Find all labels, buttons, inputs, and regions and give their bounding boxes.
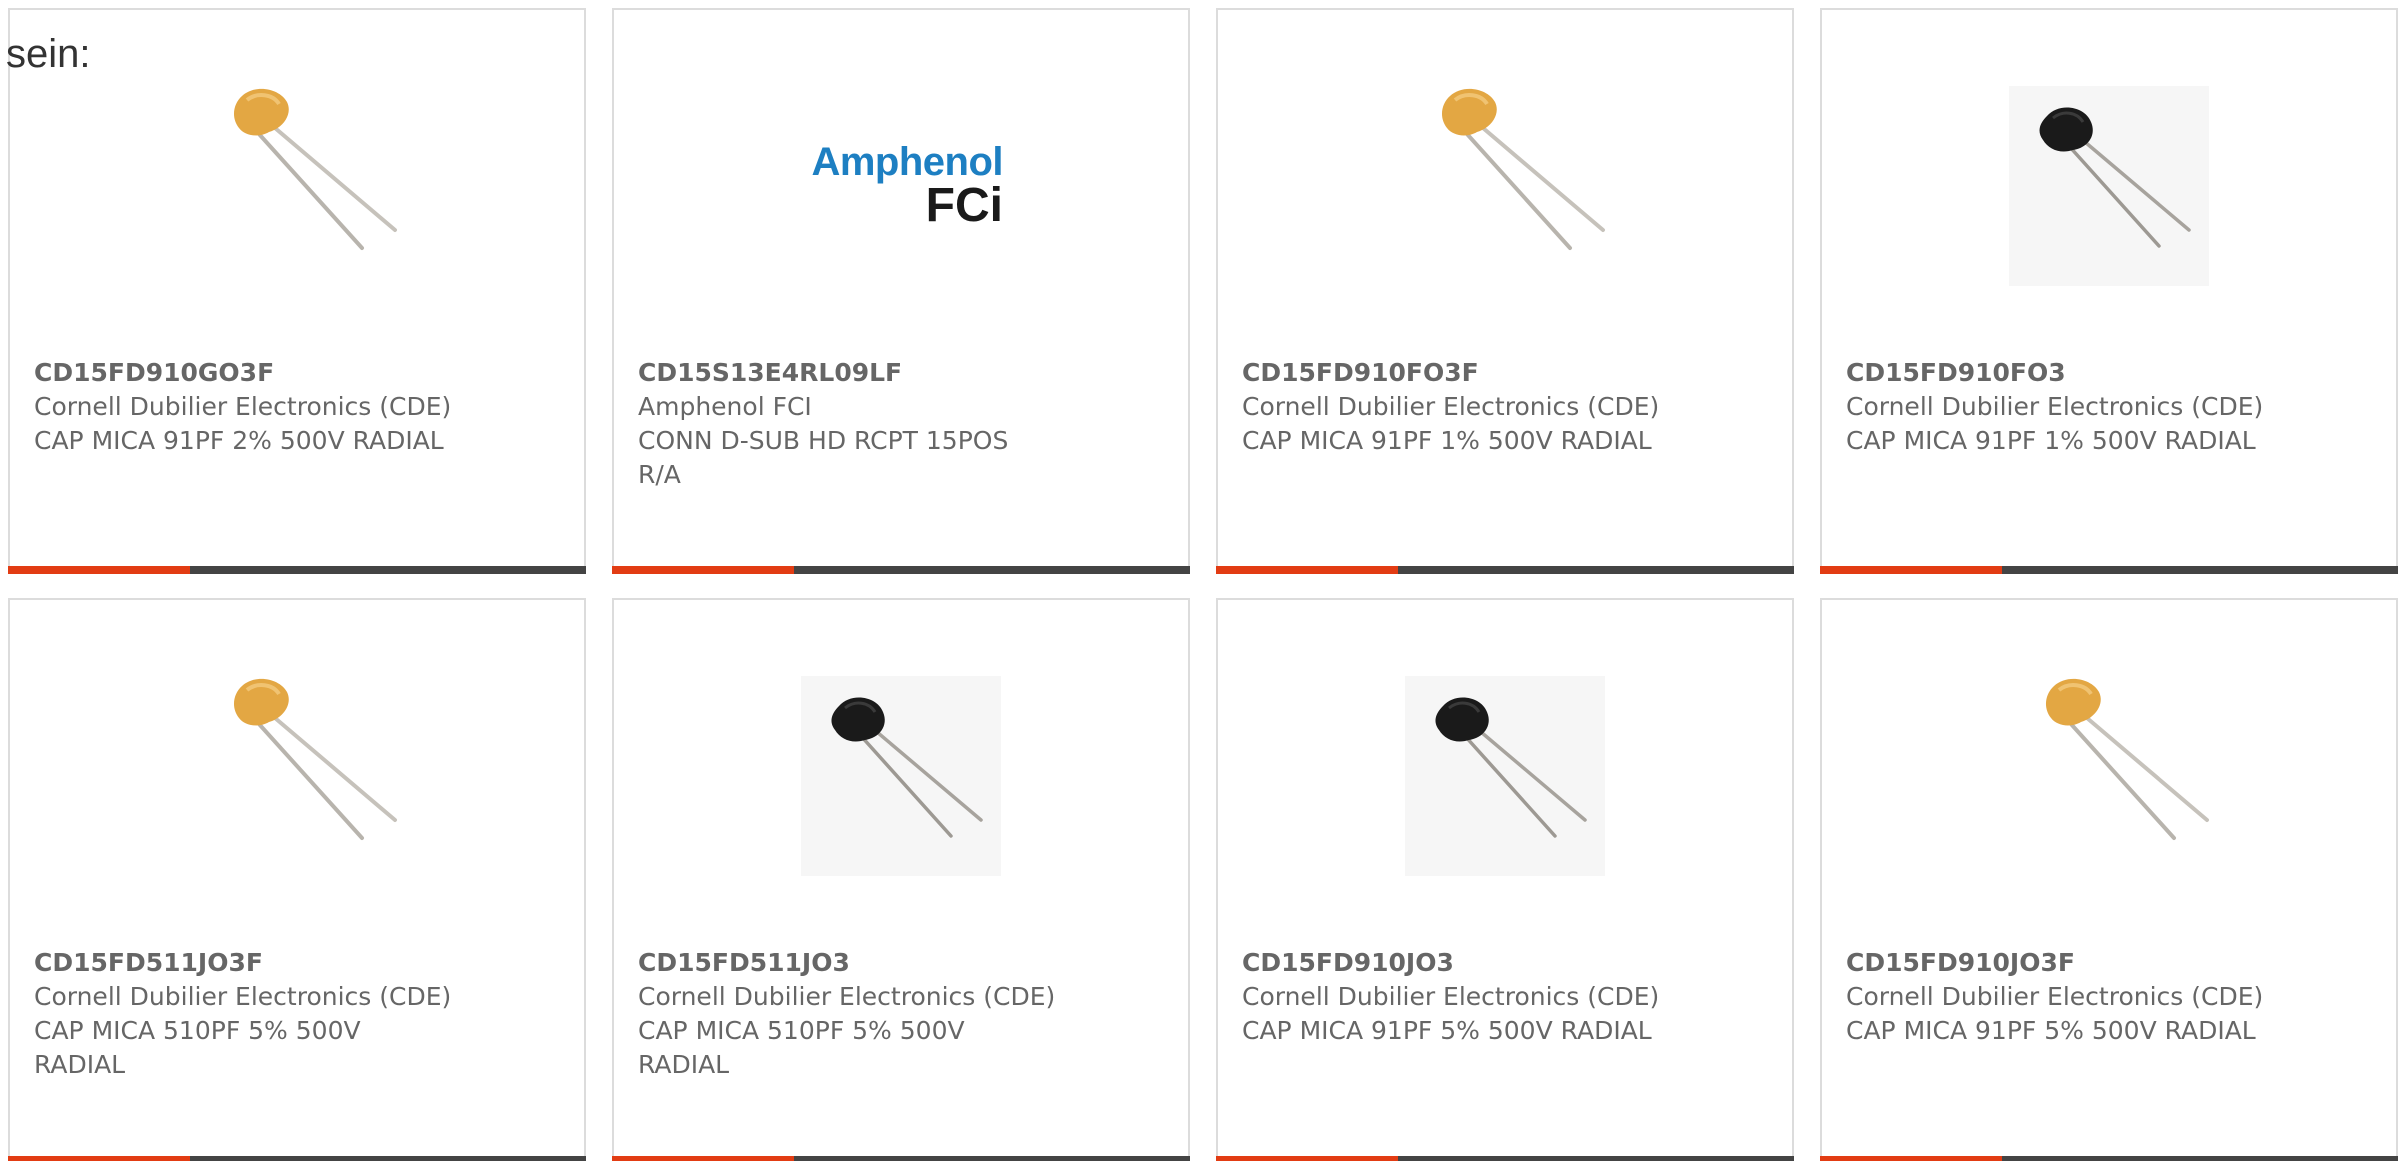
card-footer-accent (1216, 1156, 1398, 1161)
manufacturer-name: Cornell Dubilier Electronics (CDE) (1242, 982, 1660, 1011)
card-footer-accent (612, 1156, 794, 1161)
manufacturer-name: Cornell Dubilier Electronics (CDE) (1846, 392, 2264, 421)
card-footer-accent (1820, 566, 2002, 574)
mica-capacitor-black-icon (2039, 107, 2191, 248)
card-footer-accent (8, 1156, 190, 1161)
product-card[interactable]: CD15FD910GO3F Cornell Dubilier Electroni… (8, 8, 586, 574)
mica-capacitor-orange-icon (1441, 88, 1605, 250)
product-image[interactable] (1218, 76, 1792, 296)
card-footer-bar (612, 1156, 1190, 1161)
product-image[interactable] (1822, 666, 2396, 886)
product-image[interactable] (614, 666, 1188, 886)
product-description: CAP MICA 91PF 2% 500V RADIAL (34, 426, 444, 455)
part-number-link[interactable]: CD15FD910FO3F (1242, 356, 1768, 390)
card-footer-accent (612, 566, 794, 574)
product-image[interactable] (10, 76, 584, 296)
product-description: CAP MICA 91PF 5% 500V RADIAL (1242, 1016, 1652, 1045)
product-card[interactable]: CD15FD511JO3 Cornell Dubilier Electronic… (612, 598, 1190, 1161)
product-card[interactable]: CD15FD910JO3F Cornell Dubilier Electroni… (1820, 598, 2398, 1161)
product-image[interactable] (1218, 666, 1792, 886)
part-number-link[interactable]: CD15S13E4RL09LF (638, 356, 1164, 390)
product-description: CAP MICA 91PF 1% 500V RADIAL (1846, 426, 2256, 455)
product-description: CONN D-SUB HD RCPT 15POS R/A (638, 426, 1009, 489)
product-description: CAP MICA 510PF 5% 500V RADIAL (34, 1016, 361, 1079)
card-footer-accent (8, 566, 190, 574)
mica-capacitor-orange-icon (233, 88, 397, 250)
product-photo-background (2009, 86, 2209, 286)
product-description: CAP MICA 91PF 5% 500V RADIAL (1846, 1016, 2256, 1045)
part-number-link[interactable]: CD15FD910JO3F (1846, 946, 2372, 980)
card-footer-bar (8, 1156, 586, 1161)
product-photo-background (801, 676, 1001, 876)
manufacturer-name: Amphenol FCI (638, 392, 812, 421)
manufacturer-name: Cornell Dubilier Electronics (CDE) (34, 392, 452, 421)
card-footer-bar (1820, 566, 2398, 574)
part-number-link[interactable]: CD15FD511JO3 (638, 946, 1164, 980)
page-heading-fragment: sein: (6, 32, 91, 76)
product-card[interactable]: CD15FD910FO3F Cornell Dubilier Electroni… (1216, 8, 1794, 574)
part-number-link[interactable]: CD15FD511JO3F (34, 946, 560, 980)
mica-capacitor-black-icon (1435, 697, 1587, 838)
logo-text-top: Amphenol (811, 140, 1003, 184)
product-card[interactable]: CD15FD910JO3 Cornell Dubilier Electronic… (1216, 598, 1794, 1161)
product-description: CAP MICA 91PF 1% 500V RADIAL (1242, 426, 1652, 455)
card-footer-bar (612, 566, 1190, 574)
card-footer-accent (1820, 1156, 2002, 1161)
product-description: CAP MICA 510PF 5% 500V RADIAL (638, 1016, 965, 1079)
mica-capacitor-orange-icon (233, 678, 397, 840)
mica-capacitor-orange-icon (2045, 678, 2209, 840)
product-photo-background (1405, 676, 1605, 876)
card-footer-accent (1216, 566, 1398, 574)
logo-text-bottom: FCi (925, 179, 1003, 232)
part-number-link[interactable]: CD15FD910GO3F (34, 356, 560, 390)
manufacturer-name: Cornell Dubilier Electronics (CDE) (638, 982, 1056, 1011)
manufacturer-name: Cornell Dubilier Electronics (CDE) (1846, 982, 2264, 1011)
card-footer-bar (1216, 1156, 1794, 1161)
mica-capacitor-black-icon (831, 697, 983, 838)
product-image[interactable] (1822, 76, 2396, 296)
product-card[interactable]: Amphenol FCi CD15S13E4RL09LF Amphenol FC… (612, 8, 1190, 574)
part-number-link[interactable]: CD15FD910FO3 (1846, 356, 2372, 390)
manufacturer-name: Cornell Dubilier Electronics (CDE) (34, 982, 452, 1011)
card-footer-bar (8, 566, 586, 574)
product-image[interactable] (10, 666, 584, 886)
amphenol-fci-logo-icon: Amphenol FCi (799, 141, 1003, 231)
part-number-link[interactable]: CD15FD910JO3 (1242, 946, 1768, 980)
product-card[interactable]: CD15FD511JO3F Cornell Dubilier Electroni… (8, 598, 586, 1161)
card-footer-bar (1216, 566, 1794, 574)
product-image[interactable]: Amphenol FCi (614, 76, 1188, 296)
manufacturer-name: Cornell Dubilier Electronics (CDE) (1242, 392, 1660, 421)
product-card[interactable]: CD15FD910FO3 Cornell Dubilier Electronic… (1820, 8, 2398, 574)
card-footer-bar (1820, 1156, 2398, 1161)
